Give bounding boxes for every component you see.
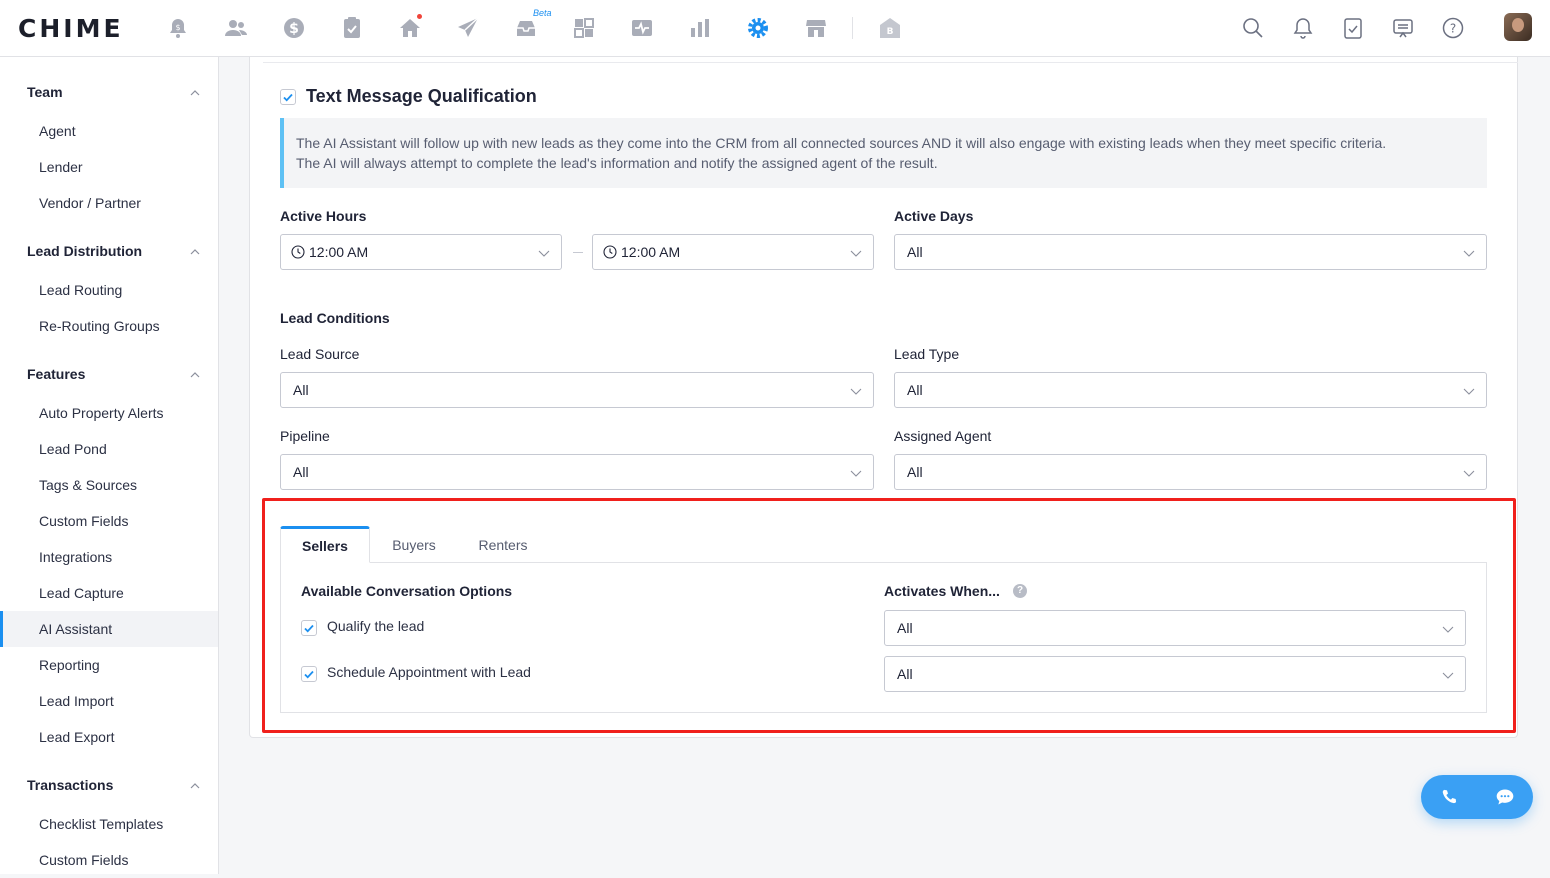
section-title-text-message-qualification: Text Message Qualification — [306, 86, 537, 106]
lead-type-value: All — [907, 382, 923, 398]
clock-icon — [291, 245, 305, 259]
sidebar-item-auto-property-alerts[interactable]: Auto Property Alerts — [0, 395, 218, 431]
sidebar-item-transaction-custom-fields[interactable]: Custom Fields — [0, 842, 218, 878]
nav-divider — [852, 17, 853, 39]
sidebar-item-checklist-templates[interactable]: Checklist Templates — [0, 806, 218, 842]
call-button[interactable] — [1421, 775, 1477, 819]
notification-bell-icon[interactable] — [1291, 16, 1315, 40]
chevron-down-icon — [538, 250, 550, 257]
pipeline-label: Pipeline — [280, 428, 330, 444]
clipboard-check-icon[interactable] — [338, 14, 366, 42]
pipeline-select[interactable]: All — [280, 454, 874, 490]
settings-sidebar: Team Agent Lender Vendor / Partner Lead … — [0, 57, 219, 874]
chevron-up-icon[interactable] — [189, 87, 201, 99]
message-icon[interactable] — [1391, 16, 1415, 40]
settings-gear-icon[interactable] — [744, 14, 772, 42]
chime-logo[interactable]: CHIME — [18, 14, 124, 43]
chat-bubble-icon — [1496, 789, 1514, 805]
assigned-agent-label: Assigned Agent — [894, 428, 992, 444]
lead-source-label: Lead Source — [280, 346, 360, 362]
chevron-down-icon — [850, 388, 862, 395]
sidebar-item-lead-routing[interactable]: Lead Routing — [0, 272, 218, 308]
info-callout: The AI Assistant will follow up with new… — [280, 118, 1487, 188]
assigned-agent-value: All — [907, 464, 923, 480]
task-clipboard-icon[interactable] — [1341, 16, 1365, 40]
assigned-agent-select[interactable]: All — [894, 454, 1487, 490]
search-icon[interactable] — [1241, 16, 1265, 40]
store-icon[interactable] — [802, 14, 830, 42]
lead-type-label: Lead Type — [894, 346, 960, 362]
sidebar-item-vendor-partner[interactable]: Vendor / Partner — [0, 185, 218, 221]
svg-text:$: $ — [175, 23, 180, 32]
svg-text:$: $ — [289, 21, 299, 37]
chevron-up-icon[interactable] — [189, 369, 201, 381]
clock-icon — [603, 245, 617, 259]
info-text-line-2: The AI will always attempt to complete t… — [296, 155, 938, 171]
activity-icon[interactable] — [628, 14, 656, 42]
floating-contact-widget — [1421, 775, 1533, 819]
sidebar-item-reporting[interactable]: Reporting — [0, 647, 218, 683]
checkmark-icon — [283, 93, 293, 102]
lead-source-value: All — [293, 382, 309, 398]
active-hours-start-select[interactable]: 12:00 AM — [280, 234, 562, 270]
help-icon[interactable]: ? — [1441, 16, 1465, 40]
grid-icon[interactable] — [570, 14, 598, 42]
sidebar-item-agent[interactable]: Agent — [0, 113, 218, 149]
sidebar-item-re-routing-groups[interactable]: Re-Routing Groups — [0, 308, 218, 344]
sidebar-item-integrations[interactable]: Integrations — [0, 539, 218, 575]
time-range-separator — [573, 252, 583, 253]
sidebar-item-lead-import[interactable]: Lead Import — [0, 683, 218, 719]
active-days-select[interactable]: All — [894, 234, 1487, 270]
beta-badge: Beta — [533, 8, 552, 18]
lead-conditions-title: Lead Conditions — [280, 310, 390, 326]
phone-icon — [1442, 789, 1457, 804]
inbox-icon[interactable] — [512, 14, 540, 42]
section-title-transactions[interactable]: Transactions — [27, 777, 113, 793]
sidebar-item-lead-capture[interactable]: Lead Capture — [0, 575, 218, 611]
info-text-line-1: The AI Assistant will follow up with new… — [296, 135, 1387, 151]
card-divider — [263, 62, 1518, 63]
active-hours-start-value: 12:00 AM — [309, 244, 369, 260]
notification-dot — [417, 14, 422, 19]
dollar-icon[interactable]: $ — [280, 14, 308, 42]
sidebar-item-tags-sources[interactable]: Tags & Sources — [0, 467, 218, 503]
chevron-down-icon — [1463, 470, 1475, 477]
chevron-up-icon[interactable] — [189, 246, 201, 258]
sidebar-item-lead-export[interactable]: Lead Export — [0, 719, 218, 755]
active-hours-end-select[interactable]: 12:00 AM — [592, 234, 874, 270]
sidebar-item-ai-assistant[interactable]: AI Assistant — [0, 611, 218, 647]
lead-source-select[interactable]: All — [280, 372, 874, 408]
chevron-down-icon — [1463, 388, 1475, 395]
building-b-icon[interactable]: B — [876, 14, 904, 42]
chevron-up-icon[interactable] — [189, 780, 201, 792]
active-days-label: Active Days — [894, 208, 974, 224]
sidebar-item-custom-fields[interactable]: Custom Fields — [0, 503, 218, 539]
people-icon[interactable] — [222, 14, 250, 42]
active-hours-end-value: 12:00 AM — [621, 244, 681, 260]
active-hours-label: Active Hours — [280, 208, 367, 224]
chevron-down-icon — [850, 470, 862, 477]
svg-text:B: B — [887, 27, 894, 37]
lead-type-select[interactable]: All — [894, 372, 1487, 408]
send-icon[interactable] — [454, 14, 482, 42]
chat-button[interactable] — [1477, 775, 1533, 819]
bar-chart-icon[interactable] — [686, 14, 714, 42]
pipeline-value: All — [293, 464, 309, 480]
section-title-team[interactable]: Team — [27, 84, 63, 100]
section-title-features[interactable]: Features — [27, 366, 85, 382]
user-avatar[interactable] — [1504, 13, 1532, 41]
sidebar-item-lead-pond[interactable]: Lead Pond — [0, 431, 218, 467]
sidebar-item-lender[interactable]: Lender — [0, 149, 218, 185]
section-title-lead-distribution[interactable]: Lead Distribution — [27, 243, 142, 259]
top-navigation-bar: CHIME $ $ Beta B ? — [0, 0, 1550, 57]
chevron-down-icon — [850, 250, 862, 257]
alert-bell-icon[interactable]: $ — [164, 14, 192, 42]
highlight-box — [262, 498, 1516, 733]
text-message-qualification-checkbox[interactable] — [280, 89, 296, 105]
chevron-down-icon — [1463, 250, 1475, 257]
svg-text:?: ? — [1450, 22, 1456, 36]
active-days-value: All — [907, 244, 923, 260]
